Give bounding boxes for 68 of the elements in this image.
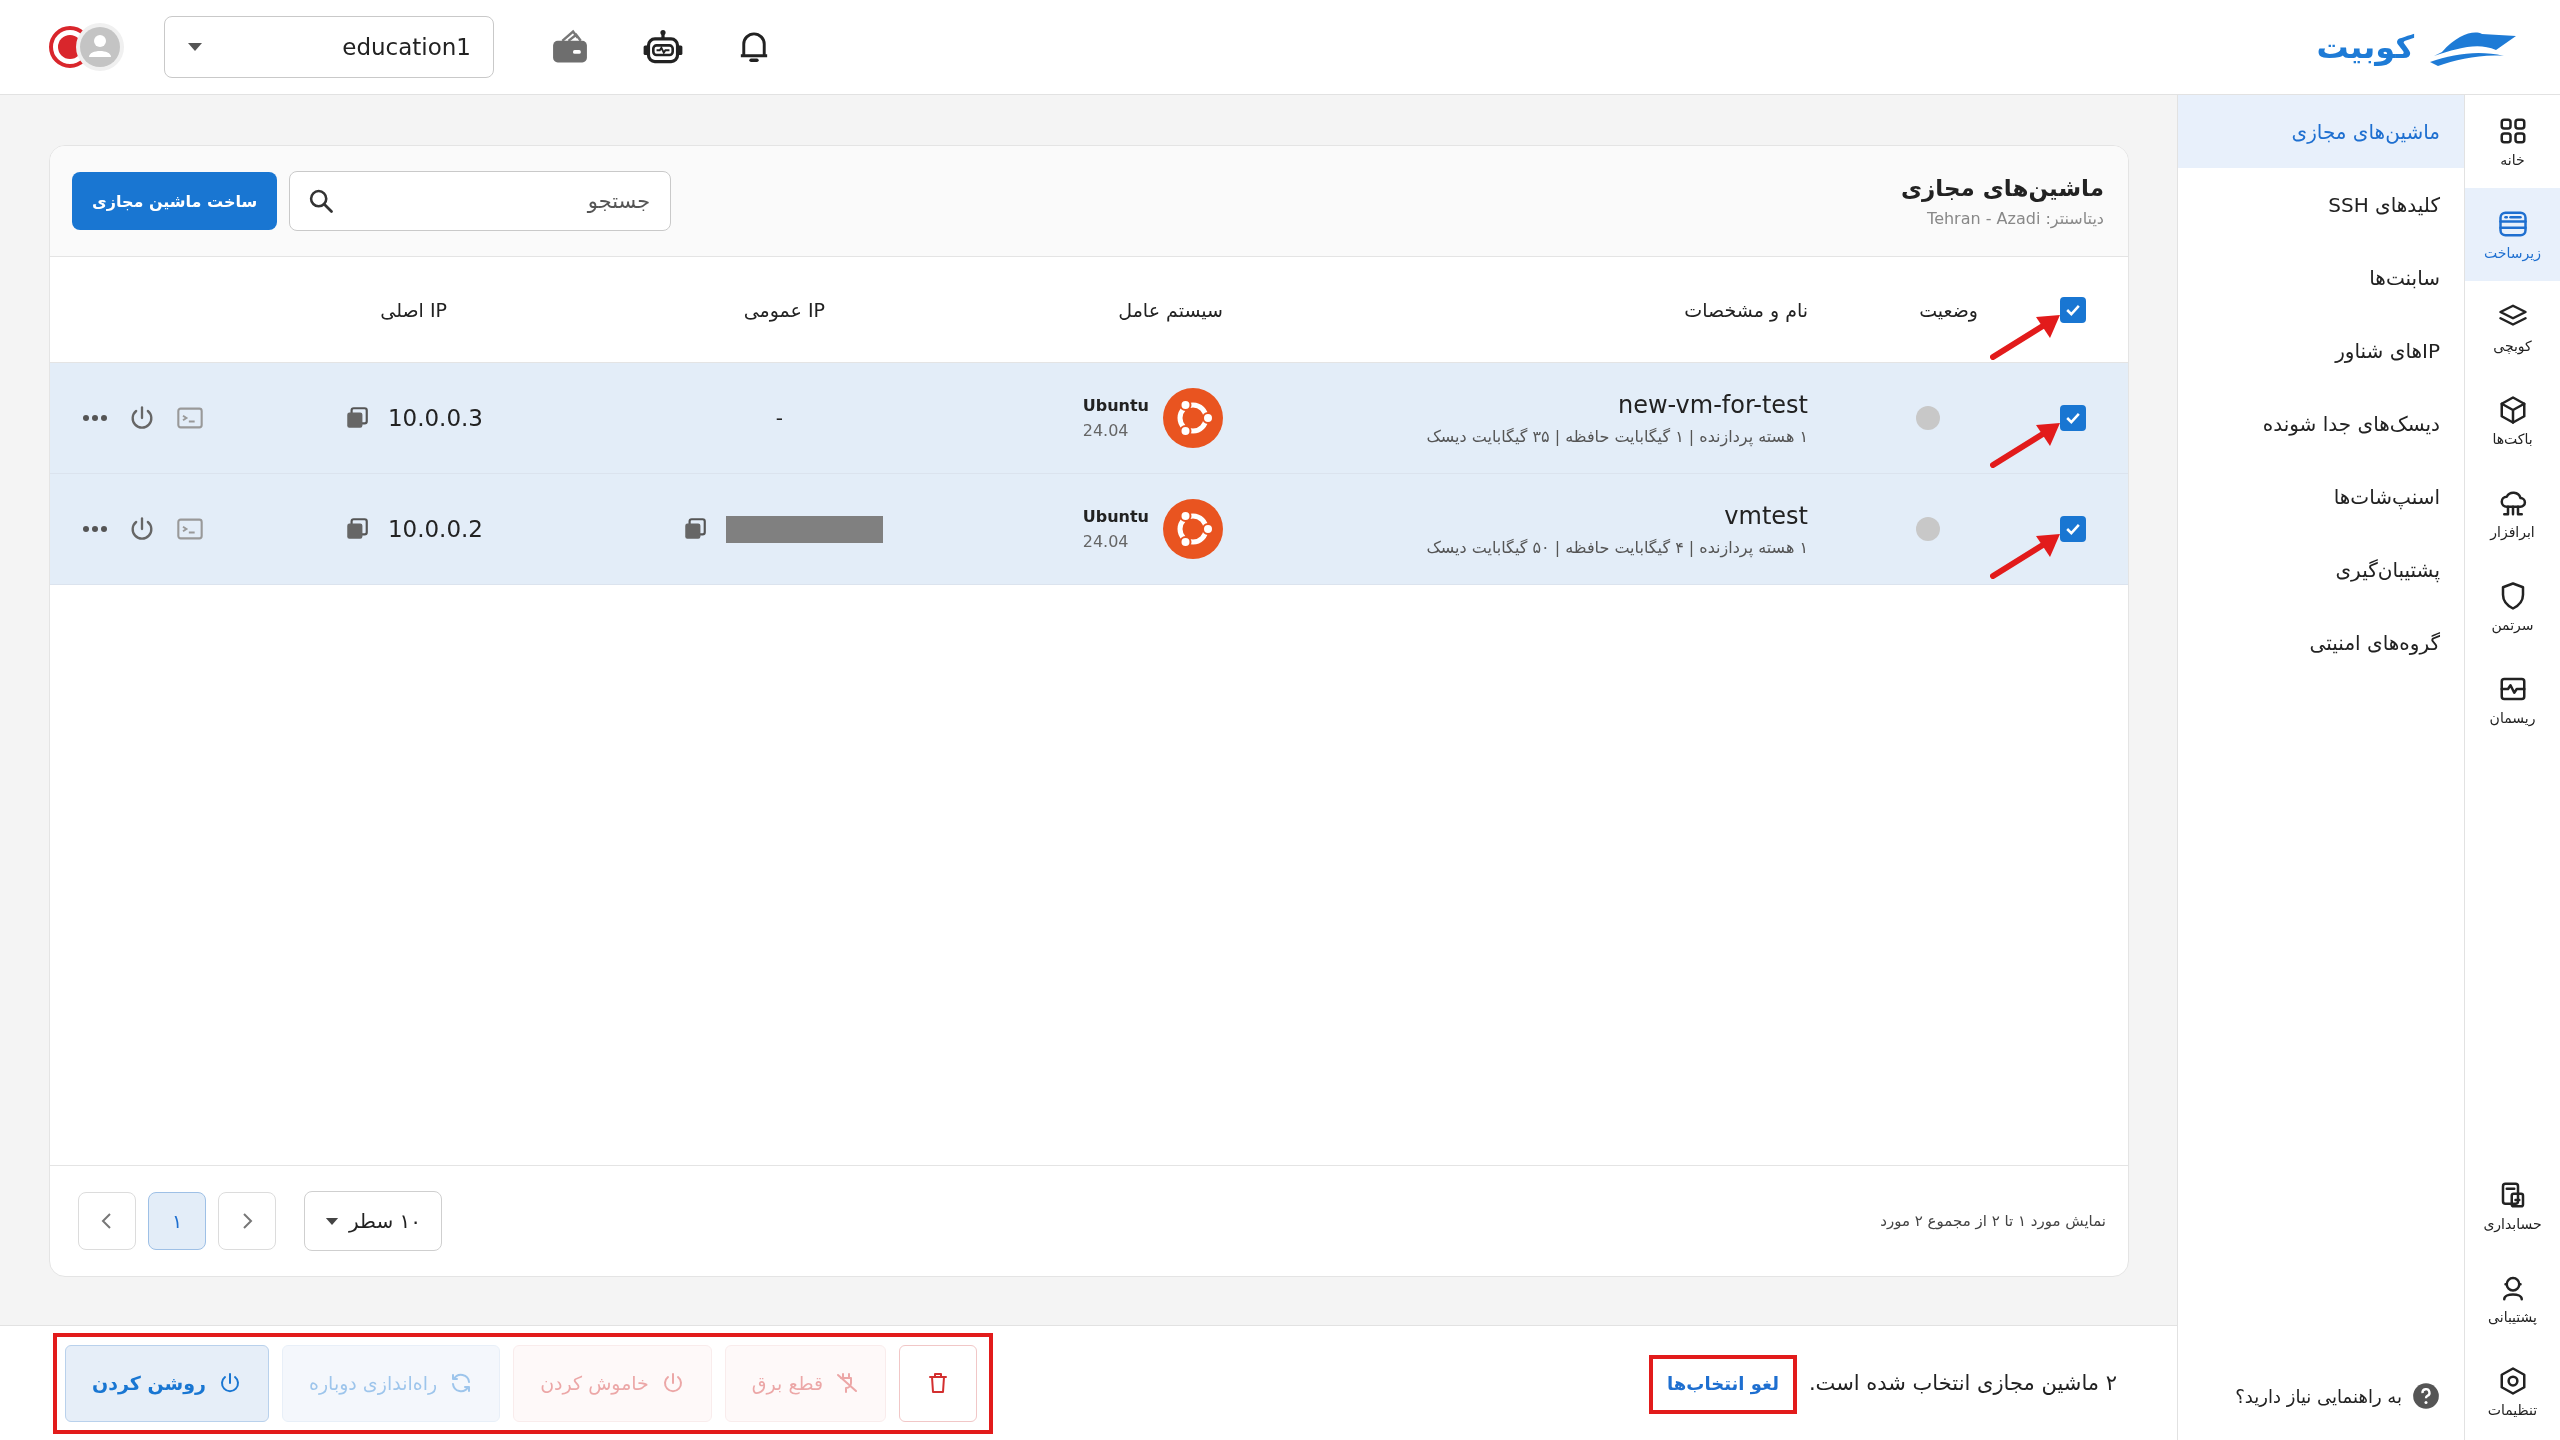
create-vm-button[interactable]: ساخت ماشین مجازی bbox=[72, 172, 278, 230]
nav-item[interactable]: گروه‌های امنیتی bbox=[2178, 606, 2464, 679]
rail-item[interactable]: باکت‌ها bbox=[2465, 374, 2560, 467]
search-icon bbox=[307, 187, 336, 215]
annotation-arrow bbox=[1990, 531, 2062, 579]
status-dot bbox=[1916, 406, 1940, 430]
nav-item[interactable]: سابنت‌ها bbox=[2178, 241, 2464, 314]
project-dropdown[interactable]: education1 bbox=[164, 16, 494, 78]
rail-item[interactable]: حسابداری bbox=[2465, 1159, 2560, 1252]
vm-specs: ۱ هسته پردازنده | ۴ گیگابایت حافظه | ۵۰ گیگابایت دیسک bbox=[1426, 537, 1808, 557]
card-title: ماشین‌های مجازی bbox=[1900, 174, 2104, 201]
more-icon[interactable] bbox=[82, 414, 108, 422]
status-dot bbox=[1916, 517, 1940, 541]
rail-item[interactable]: کوبچی bbox=[2465, 281, 2560, 374]
checkbox[interactable] bbox=[2060, 296, 2086, 323]
power-icon bbox=[218, 1371, 242, 1395]
checkbox[interactable] bbox=[2060, 405, 2086, 431]
search-field[interactable]: جستجو bbox=[289, 171, 672, 231]
public-ip: - bbox=[775, 406, 783, 430]
caret-icon bbox=[325, 1216, 339, 1226]
os-name: Ubuntu bbox=[1082, 396, 1149, 415]
annotation-arrow bbox=[1990, 420, 2062, 468]
logo-text: کوبیت bbox=[2316, 28, 2414, 66]
nav-item[interactable]: دیسک‌های جدا شونده bbox=[2178, 387, 2464, 460]
ubuntu-logo-icon bbox=[1163, 388, 1223, 448]
rail-item[interactable]: ابرافزار bbox=[2465, 467, 2560, 560]
copy-icon[interactable] bbox=[682, 516, 708, 542]
column-header: نام و مشخصات bbox=[1684, 298, 1808, 321]
private-ip: 10.0.0.3 bbox=[387, 405, 483, 431]
help-link[interactable]: به راهنمایی نیاز دارید؟ bbox=[2235, 1385, 2402, 1407]
rail-item[interactable]: تنظیمات bbox=[2465, 1345, 2560, 1438]
nav-item[interactable]: اسنپ‌شات‌ها bbox=[2178, 460, 2464, 533]
rail-item[interactable]: زیرساخت bbox=[2465, 188, 2560, 281]
vm-specs: ۱ هسته پردازنده | ۱ گیگابایت حافظه | ۳۵ گیگابایت دیسک bbox=[1426, 426, 1808, 446]
os-version: 24.04 bbox=[1082, 532, 1129, 551]
rail-item[interactable]: ریسمان bbox=[2465, 653, 2560, 746]
delete-button[interactable] bbox=[899, 1344, 978, 1422]
ubuntu-logo-icon bbox=[1163, 499, 1223, 559]
vm-name: vmtest bbox=[1724, 501, 1808, 530]
rail-item[interactable]: پشتیبانی bbox=[2465, 1252, 2560, 1345]
datacenter-label: دیتاسنتر: Tehran - Azadi bbox=[1926, 208, 2104, 228]
clear-selection-link[interactable]: لغو انتخاب‌ها bbox=[1667, 1372, 1779, 1394]
column-header: IP اصلی bbox=[380, 298, 447, 321]
more-icon[interactable] bbox=[82, 525, 108, 533]
column-header: IP عمومی bbox=[743, 298, 825, 321]
checkbox[interactable] bbox=[2060, 516, 2086, 542]
unplugged-icon bbox=[835, 1371, 860, 1395]
os-version: 24.04 bbox=[1082, 421, 1129, 440]
pagination-summary: نمایش مورد ۱ تا ۲ از مجموع ۲ مورد bbox=[1880, 1212, 2106, 1230]
nav-item[interactable]: پشتیبان‌گیری bbox=[2178, 533, 2464, 606]
chevron-left-icon bbox=[100, 1211, 114, 1231]
chevron-right-icon bbox=[240, 1211, 254, 1231]
rail-item[interactable]: سرتمن bbox=[2465, 560, 2560, 653]
power-on-button[interactable]: روشن کردن bbox=[65, 1344, 269, 1422]
column-header: وضعیت bbox=[1919, 298, 1978, 321]
selection-status: ۲ ماشین مجازی انتخاب شده است. bbox=[1808, 1371, 2117, 1395]
rail-item[interactable]: خانه bbox=[2465, 95, 2560, 188]
rows-per-page-dropdown[interactable]: ۱۰ سطر bbox=[304, 1191, 443, 1251]
page-button[interactable]: ۱ bbox=[148, 1192, 206, 1250]
help-icon[interactable] bbox=[2412, 1382, 2440, 1410]
caret-icon bbox=[187, 42, 203, 52]
nav-item[interactable]: ماشین‌های مجازی bbox=[2178, 95, 2464, 168]
os-name: Ubuntu bbox=[1082, 507, 1149, 526]
vm-name: new-vm-for-test bbox=[1617, 390, 1808, 419]
column-header: سیستم عامل bbox=[1118, 298, 1223, 321]
nav-item[interactable]: کلیدهای SSH bbox=[2178, 168, 2464, 241]
private-ip: 10.0.0.2 bbox=[387, 516, 483, 542]
nav-item[interactable]: IPهای شناور bbox=[2178, 314, 2464, 387]
